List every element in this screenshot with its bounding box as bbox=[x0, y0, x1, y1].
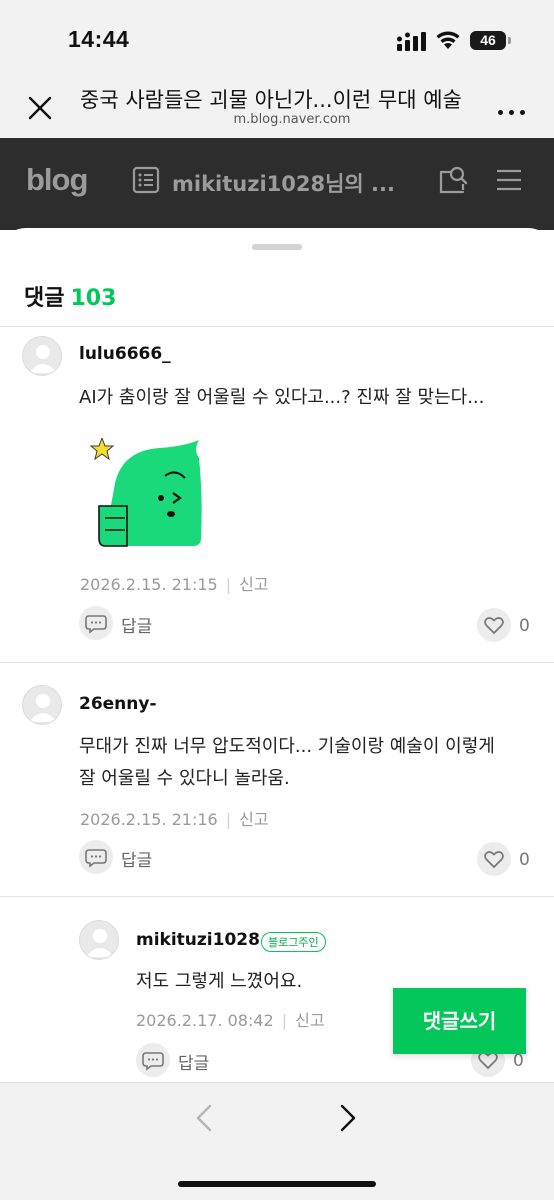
reply-button[interactable] bbox=[79, 606, 113, 640]
cellular-signal-icon bbox=[397, 32, 426, 51]
forward-arrow-icon[interactable] bbox=[336, 1103, 360, 1133]
back-arrow-icon[interactable] bbox=[192, 1103, 216, 1133]
reply-label[interactable]: 답글 bbox=[178, 1049, 209, 1074]
status-bar: 14:44 46 bbox=[0, 0, 554, 78]
browser-toolbar: 중국 사람들은 괴물 아닌가...이런 무대 예술 m.blog.naver.c… bbox=[0, 78, 554, 138]
report-link[interactable]: 신고 bbox=[295, 1011, 324, 1030]
page-url: m.blog.naver.com bbox=[233, 112, 351, 127]
like-button[interactable] bbox=[477, 608, 511, 642]
comments-title: 댓글 bbox=[24, 286, 65, 311]
comment-date: 2026.2.17. 08:42 bbox=[136, 1011, 274, 1030]
write-comment-button[interactable]: 댓글쓰기 bbox=[393, 988, 526, 1054]
speech-bubble-icon bbox=[142, 1052, 164, 1071]
avatar[interactable] bbox=[22, 336, 62, 376]
like-count: 0 bbox=[519, 616, 530, 636]
status-time: 14:44 bbox=[68, 26, 130, 52]
report-link[interactable]: 신고 bbox=[239, 575, 268, 594]
comment-text: 저도 그렇게 느꼈어요. bbox=[136, 971, 303, 992]
menu-icon[interactable] bbox=[496, 168, 522, 192]
battery-nub bbox=[508, 37, 511, 44]
divider bbox=[0, 662, 554, 663]
battery-icon: 46 bbox=[470, 31, 506, 50]
heart-icon bbox=[484, 617, 504, 635]
search-icon[interactable] bbox=[437, 164, 469, 196]
blog-header: blog mikituzi1028님의 ... bbox=[0, 138, 554, 230]
page-title: 중국 사람들은 괴물 아닌가...이런 무대 예술 bbox=[80, 88, 462, 112]
comment-meta: 2026.2.17. 08:42 | 신고 bbox=[136, 1011, 325, 1030]
comments-sheet: 댓글 103 lulu6666_ AI가 춤이랑 잘 어울릴 수 있다고...? … bbox=[0, 228, 554, 1200]
blog-owner-badge: 블로그주인 bbox=[261, 932, 326, 952]
report-link[interactable]: 신고 bbox=[239, 810, 268, 829]
reply-button[interactable] bbox=[136, 1043, 170, 1077]
close-icon[interactable] bbox=[25, 93, 55, 123]
wifi-icon bbox=[436, 31, 460, 49]
blog-logo[interactable]: blog bbox=[26, 162, 88, 198]
like-count: 0 bbox=[513, 1051, 524, 1071]
post-list-icon[interactable] bbox=[132, 166, 160, 194]
browser-bottom-bar bbox=[0, 1082, 554, 1200]
blog-owner-name[interactable]: mikituzi1028님의 ... bbox=[172, 168, 395, 198]
comments-header: 댓글 103 bbox=[24, 280, 116, 312]
comment-nickname[interactable]: lulu6666_ bbox=[79, 344, 171, 364]
comment-text-line: 무대가 진짜 너무 압도적이다... 기술이랑 예술이 이렇게 bbox=[79, 736, 495, 757]
comment-text-line: 잘 어울릴 수 있다니 놀라움. bbox=[79, 768, 290, 789]
reply-label[interactable]: 답글 bbox=[121, 846, 152, 871]
avatar[interactable] bbox=[22, 685, 62, 725]
comment-date: 2026.2.15. 21:15 bbox=[80, 575, 218, 594]
sheet-drag-handle[interactable] bbox=[252, 244, 302, 250]
green-character-sticker bbox=[89, 438, 202, 547]
comment-nickname[interactable]: mikituzi1028 bbox=[136, 930, 260, 950]
reply-button[interactable] bbox=[79, 840, 113, 874]
comment-date: 2026.2.15. 21:16 bbox=[80, 810, 218, 829]
like-count: 0 bbox=[519, 850, 530, 870]
divider bbox=[0, 896, 554, 897]
speech-bubble-icon bbox=[85, 849, 107, 868]
divider bbox=[0, 326, 554, 327]
home-indicator[interactable] bbox=[178, 1181, 376, 1187]
comment-meta: 2026.2.15. 21:16 | 신고 bbox=[80, 810, 269, 829]
avatar[interactable] bbox=[79, 920, 119, 960]
heart-icon bbox=[484, 851, 504, 869]
comment-meta: 2026.2.15. 21:15 | 신고 bbox=[80, 575, 269, 594]
reply-label[interactable]: 답글 bbox=[121, 612, 152, 637]
comment-text: AI가 춤이랑 잘 어울릴 수 있다고...? 진짜 잘 맞는다... bbox=[79, 387, 485, 408]
speech-bubble-icon bbox=[85, 615, 107, 634]
like-button[interactable] bbox=[477, 842, 511, 876]
comments-count: 103 bbox=[70, 286, 117, 311]
comment-nickname[interactable]: 26enny- bbox=[79, 694, 157, 714]
more-options-icon[interactable] bbox=[498, 100, 532, 115]
